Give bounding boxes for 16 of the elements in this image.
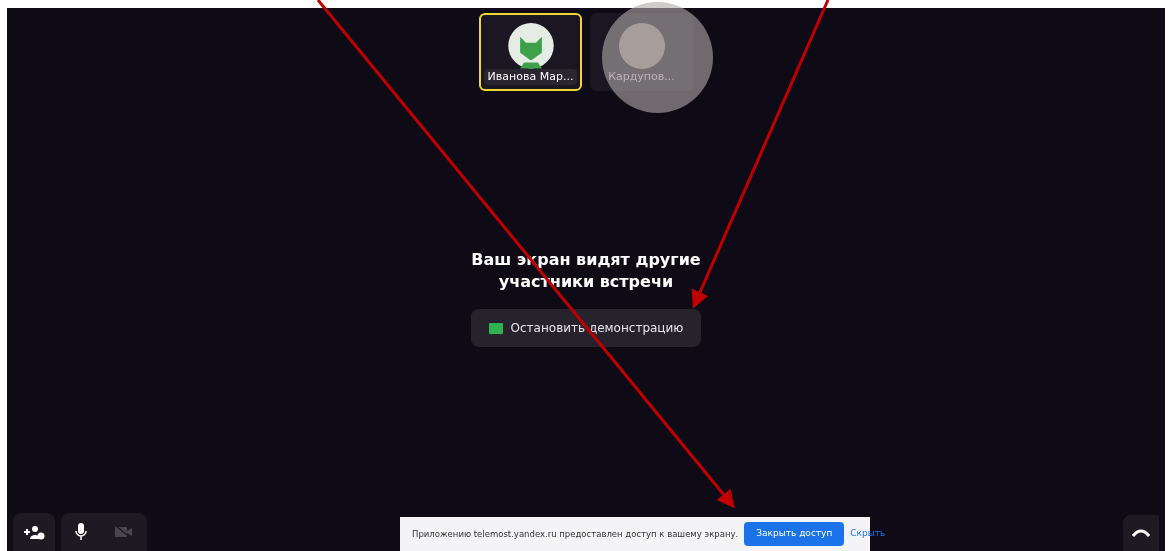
microphone-icon (75, 523, 87, 541)
camera-off-icon (115, 525, 133, 539)
participant-tile[interactable]: Кардупов... (590, 13, 693, 91)
participant-name: Кардупов... (607, 68, 676, 85)
screen-icon (488, 322, 503, 334)
add-participant-button[interactable] (13, 513, 55, 551)
stop-sharing-button[interactable]: Остановить демонстрацию (470, 309, 702, 347)
microphone-button[interactable] (75, 523, 87, 541)
end-call-button[interactable] (1123, 515, 1159, 551)
close-access-button[interactable]: Закрыть доступ (744, 522, 845, 546)
add-person-icon (23, 524, 45, 540)
fox-avatar-icon (507, 23, 554, 69)
participant-name: Иванова Мар... (483, 68, 578, 85)
participant-tile[interactable]: Иванова Мар... (479, 13, 582, 91)
phone-hangup-icon (1132, 529, 1150, 537)
notification-text: Приложению telemost.yandex.ru предоставлен доступ к вашему экрану. (412, 527, 739, 541)
